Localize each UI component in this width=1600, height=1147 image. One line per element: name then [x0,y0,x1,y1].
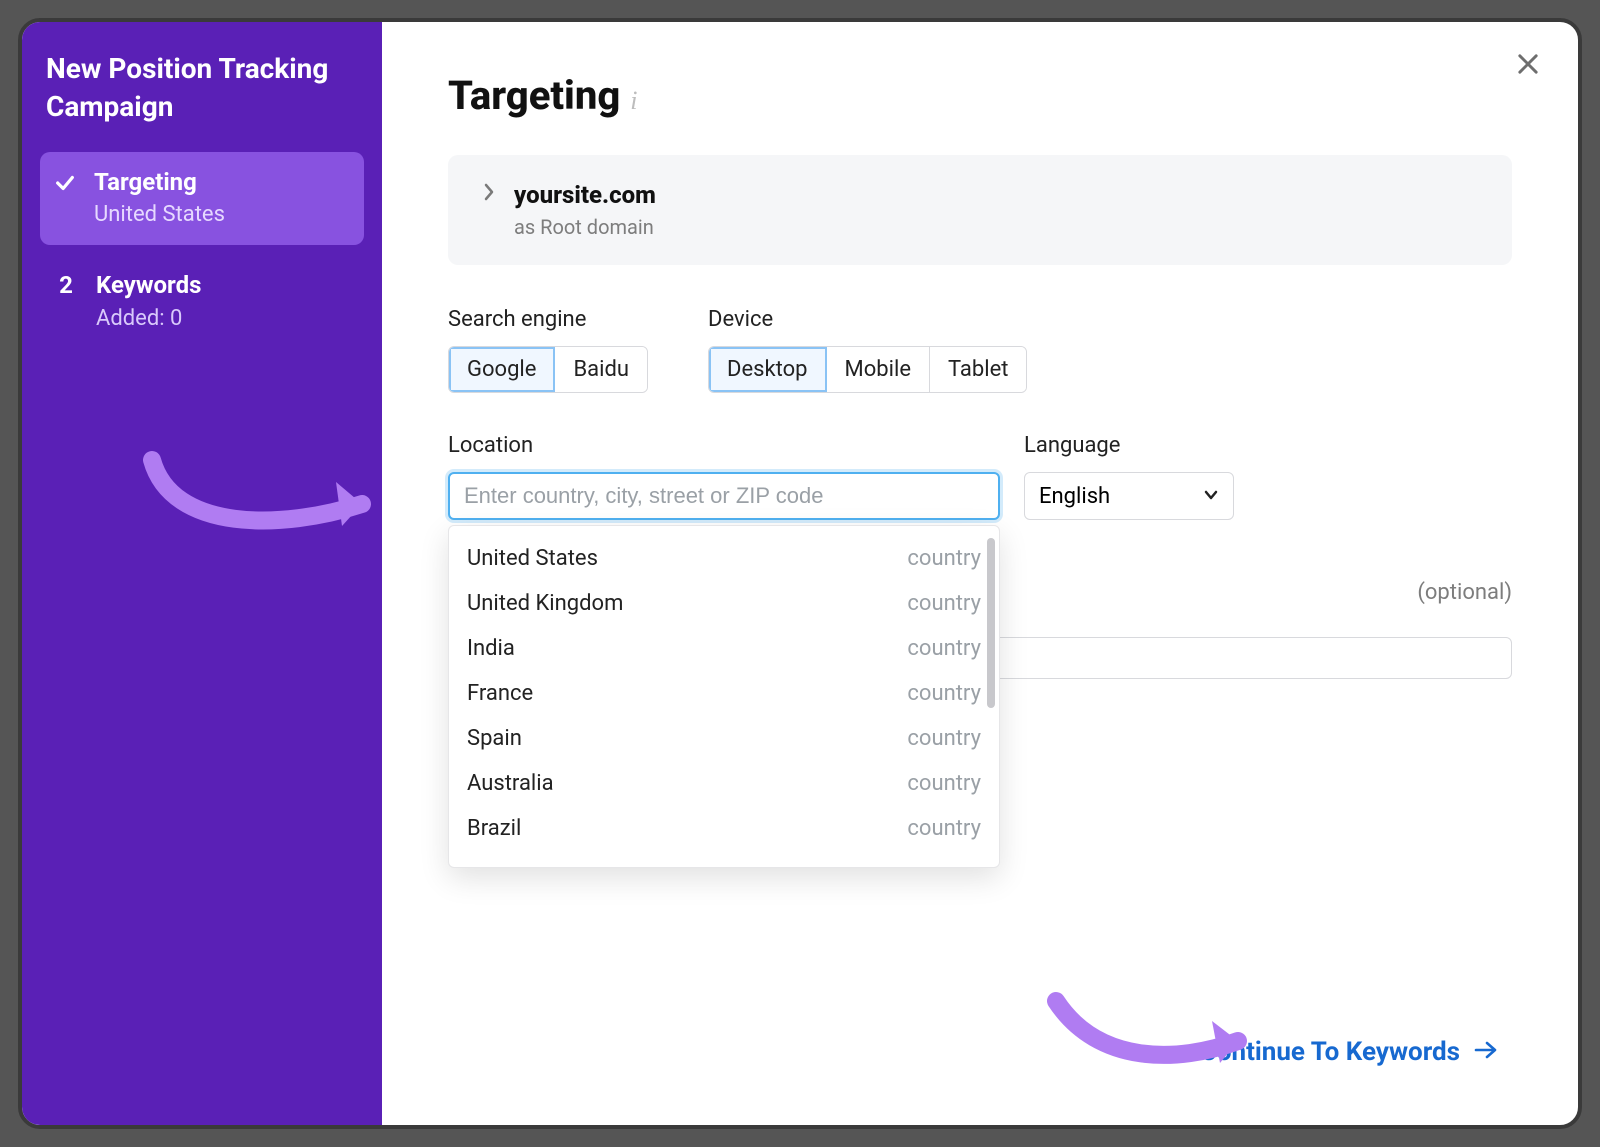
sidebar-title: New Position Tracking Campaign [46,50,360,126]
language-label: Language [1024,433,1234,458]
step-label: Targeting [94,168,225,197]
location-field: Location United StatescountryUnited King… [448,433,1000,520]
domain-name: yoursite.com [514,181,656,209]
optional-label: (optional) [1417,580,1512,605]
location-suggestion-type: country [907,816,981,841]
location-label: Location [448,433,1000,458]
device-field: Device DesktopMobileTablet [708,307,1027,393]
location-suggestion[interactable]: India country [449,626,999,671]
chevron-right-icon [482,183,496,205]
location-suggestion-name: India [467,636,515,661]
language-selected: English [1039,484,1110,509]
location-suggestion[interactable]: United States country [449,536,999,581]
location-suggestion-type: country [907,681,981,706]
domain-card[interactable]: yoursite.com as Root domain [448,155,1512,265]
location-suggestion[interactable]: United Kingdom country [449,581,999,626]
device-label: Device [708,307,1027,332]
location-suggestion-type: country [907,546,981,571]
search-engine-option-baidu[interactable]: Baidu [555,347,647,392]
page-title-text: Targeting [448,72,620,119]
device-group: DesktopMobileTablet [708,346,1027,393]
continue-button[interactable]: Continue To Keywords [1200,1037,1498,1067]
location-suggestion[interactable]: Australia country [449,761,999,806]
location-suggestion[interactable]: Brazil country [449,806,999,851]
language-select[interactable]: English [1024,472,1234,520]
search-engine-group: GoogleBaidu [448,346,648,393]
device-option-mobile[interactable]: Mobile [827,347,930,392]
language-field: Language English [1024,433,1234,520]
continue-label: Continue To Keywords [1200,1037,1460,1067]
search-engine-label: Search engine [448,307,648,332]
arrow-right-icon [1474,1037,1498,1067]
location-suggestion-name: France [467,681,533,706]
location-suggestion-type: country [907,636,981,661]
location-dropdown: United States country United Kingdom countr… [448,525,1000,868]
page-title: Targeting i [448,72,1512,119]
location-suggestion-name: United Kingdom [467,591,623,616]
info-icon[interactable]: i [630,86,637,116]
location-suggestion[interactable]: Spain country [449,716,999,761]
device-option-tablet[interactable]: Tablet [930,347,1026,392]
callout-arrow-continue [1038,985,1278,1085]
location-suggestion[interactable]: France country [449,671,999,716]
step-number: 2 [54,271,78,331]
location-suggestion-name: Brazil [467,816,521,841]
step-sublabel: Added: 0 [96,306,201,331]
location-suggestion-type: country [907,726,981,751]
location-suggestion-type: country [907,591,981,616]
check-icon [54,168,76,228]
location-suggestion-name: United States [467,546,598,571]
sidebar-step-keywords[interactable]: 2 Keywords Added: 0 [40,255,364,349]
location-suggestion-name: Spain [467,726,522,751]
chevron-down-icon [1203,484,1219,509]
close-button[interactable] [1508,46,1548,86]
location-suggestion-type: country [907,771,981,796]
step-sublabel: United States [94,202,225,227]
location-suggestion-name: Australia [467,771,554,796]
main-panel: Targeting i yoursite.com as Root domain … [382,22,1578,1125]
close-icon [1514,50,1542,82]
location-input[interactable] [448,472,1000,520]
sidebar-step-targeting[interactable]: Targeting United States [40,152,364,246]
sidebar: New Position Tracking Campaign Targeting… [22,22,382,1125]
device-option-desktop[interactable]: Desktop [709,347,827,392]
search-engine-option-google[interactable]: Google [449,347,555,392]
step-label: Keywords [96,271,201,300]
domain-sub: as Root domain [514,215,656,239]
search-engine-field: Search engine GoogleBaidu [448,307,648,393]
